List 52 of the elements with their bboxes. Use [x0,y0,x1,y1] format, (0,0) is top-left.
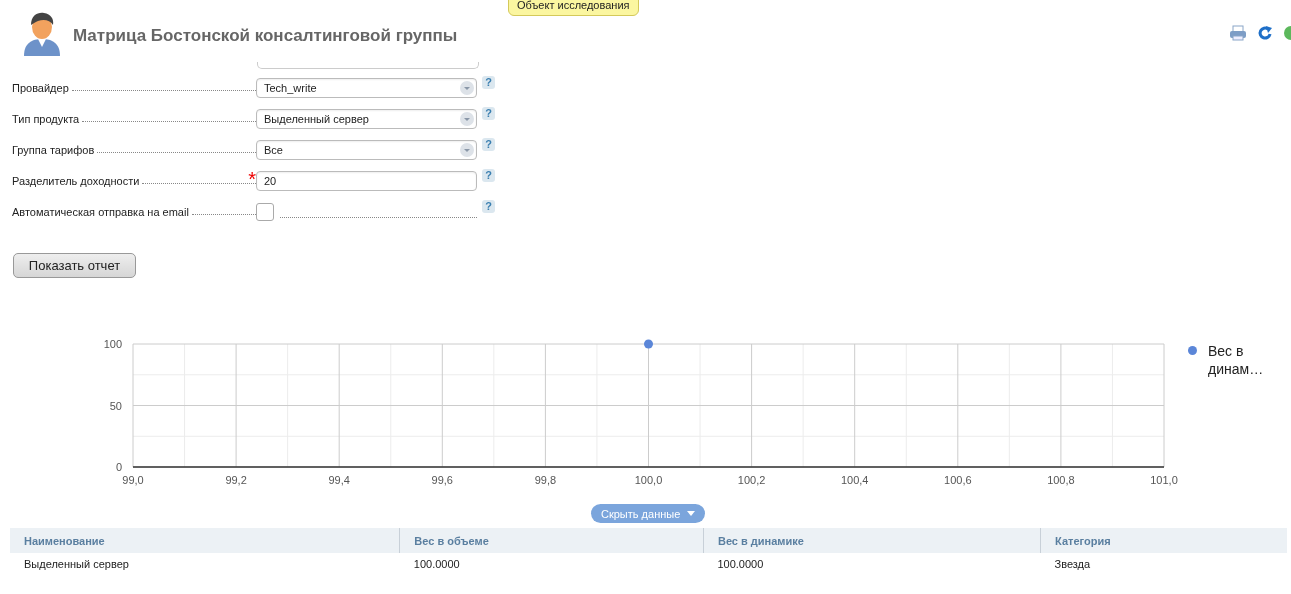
printer-icon[interactable] [1229,24,1247,41]
dropdown[interactable]: Все [256,139,477,160]
help-button[interactable]: ? [482,169,495,182]
required-mark: * [248,167,256,191]
axis-label: 99,8 [534,474,557,486]
axis-label: 100,4 [840,474,869,486]
refresh-icon[interactable] [1257,24,1273,41]
input-field[interactable] [257,62,479,69]
table-cell: 100.0000 [399,553,704,575]
legend-label: Вес в динам… [1208,342,1265,378]
caret-icon[interactable] [460,142,474,157]
field-label: Автоматическая отправка на email [12,205,189,218]
tooltip: Объект исследования [508,0,639,16]
axis-label: 100,0 [634,474,663,486]
axis-label: 99,2 [225,474,247,486]
field-label: Группа тарифов [12,143,95,156]
page-title: Матрица Бостонской консалтинговой группы [73,26,459,46]
column-header: Наименование [10,528,400,553]
table-cell: 100.0000 [703,553,1041,575]
axis-label: 99,0 [122,474,144,486]
show-report-button[interactable]: Показать отчет [13,253,136,278]
caret-icon[interactable] [460,80,474,95]
help-button[interactable]: ? [482,138,495,151]
dropdown[interactable]: Tech_write [256,77,477,98]
field-label: Тип продукта [12,112,80,125]
axis-label: 99,6 [431,474,453,486]
axis-label: 100 [103,338,122,350]
checkbox[interactable] [256,202,274,221]
caret-icon [687,511,696,516]
column-header: Вес в объеме [399,528,704,553]
help-button[interactable]: ? [482,200,495,213]
axis-label: 0 [115,461,122,473]
column-header: Категория [1040,528,1287,553]
globe-icon[interactable] [1283,24,1291,41]
input-field[interactable]: 20 [256,170,477,191]
caret-icon[interactable] [460,111,474,126]
dropdown[interactable]: Выделенный сервер [256,108,477,129]
axis-label: 101,0 [1150,474,1178,486]
table-cell: Выделенный сервер [10,553,400,575]
axis-label: 99,4 [328,474,350,486]
axis-label: 100,2 [737,474,766,486]
table-cell: Звезда [1040,553,1287,575]
axis-label: 50 [109,399,122,412]
axis-label: 100,8 [1047,474,1075,486]
field-label: Провайдер [12,81,69,94]
field-label: Разделитель доходности [12,174,140,187]
help-button[interactable]: ? [482,107,495,120]
help-button[interactable]: ? [482,76,495,89]
column-header: Вес в динамике [703,528,1041,553]
data-point [644,339,653,349]
hide-data-button[interactable]: Скрыть данные [591,504,706,523]
axis-label: 100,6 [944,474,972,486]
